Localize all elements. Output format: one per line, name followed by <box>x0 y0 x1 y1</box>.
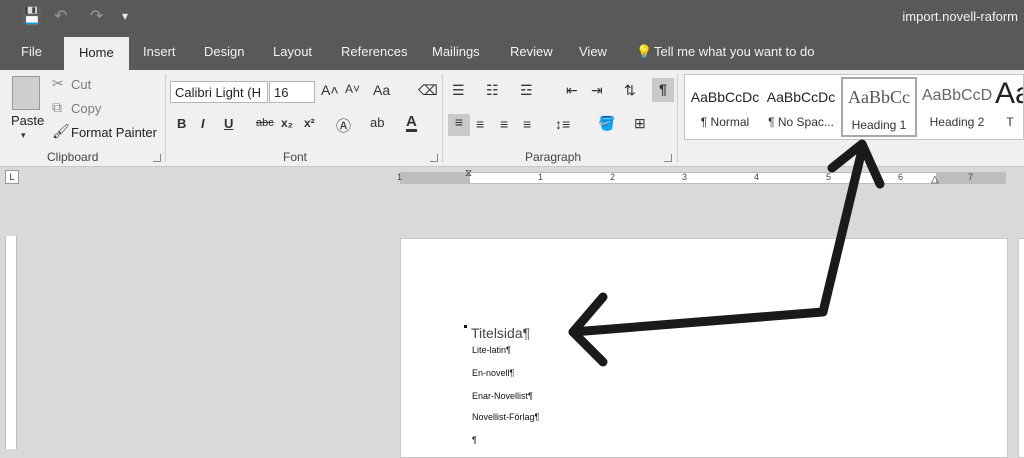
annotation-arrow <box>568 139 885 367</box>
arrow-line <box>568 145 867 337</box>
